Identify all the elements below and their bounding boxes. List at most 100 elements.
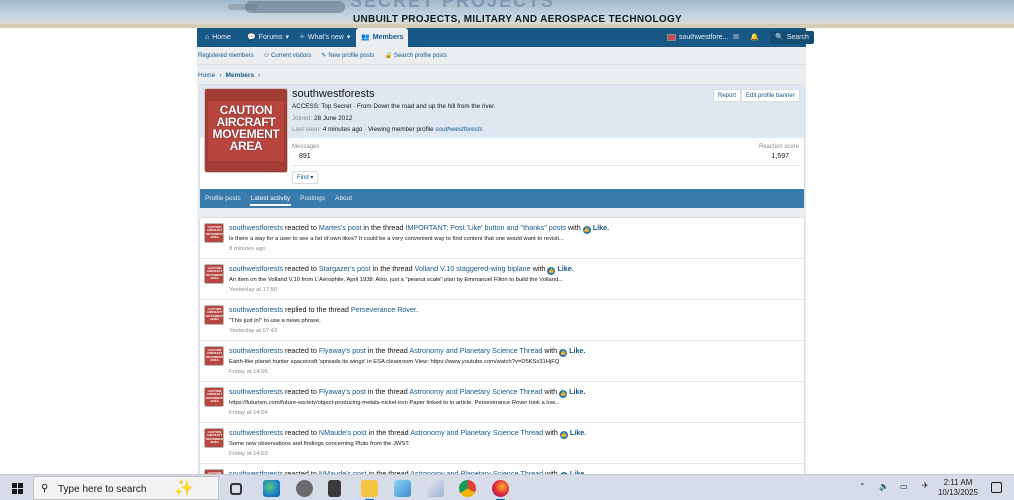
edge-browser-icon[interactable] [263, 480, 280, 497]
avatar[interactable] [204, 428, 224, 448]
tab-about[interactable]: About [330, 189, 357, 208]
chevron-down-icon: ▾ [310, 175, 314, 181]
airplane-mode-icon[interactable]: ✈ [922, 481, 929, 490]
activity-thread-link[interactable]: Astronomy and Planetary Science Thread [409, 387, 542, 396]
report-button[interactable]: Report [713, 89, 742, 102]
activity-post-link[interactable]: Stargazer's post [319, 264, 371, 273]
tab-latest-activity[interactable]: Latest activity [246, 189, 295, 208]
bell-icon[interactable]: 🔔 [745, 28, 764, 47]
activity-post-link[interactable]: Flyaway's post [319, 387, 366, 396]
activity-user-link[interactable]: southwestforests [229, 223, 283, 232]
search-icon: ⚲ [41, 483, 49, 494]
activity-headline: southwestforests reacted to NMaude's pos… [229, 428, 586, 439]
avatar[interactable] [204, 223, 224, 243]
find-label: Find [297, 175, 309, 181]
breadcrumb: Home › Members › [198, 72, 260, 79]
nav-home[interactable]: ⌂ Home [200, 28, 236, 47]
like-icon: 👍 [559, 390, 568, 398]
activity-thread-link[interactable]: Astronomy and Planetary Science Thread [409, 346, 542, 355]
last-seen-link[interactable]: southwestforests [435, 126, 482, 133]
account-username: southwestfore... [679, 34, 729, 41]
site-banner[interactable]: SECRET PROJECTS UNBUILT PROJECTS, MILITA… [0, 0, 1014, 29]
pencil-icon: ✎ [321, 53, 327, 59]
calculator-icon[interactable] [328, 480, 341, 497]
notification-icon[interactable] [991, 482, 1002, 493]
avatar[interactable] [204, 346, 224, 366]
like-icon: 👍 [559, 431, 568, 439]
activity-snippet[interactable]: Some new observations and findings conce… [229, 441, 410, 447]
profile-last-seen: Last seen: 4 minutes ago · Viewing membe… [292, 126, 483, 133]
activity-thread-link[interactable]: Volland V.10 staggered-wing biplane [415, 264, 531, 273]
taskbar-search-input[interactable]: ⚲ Type here to search ✨ [33, 476, 219, 500]
task-view-icon[interactable] [230, 483, 242, 495]
subnav-search-profile-posts[interactable]: 🔒 Search profile posts [384, 52, 447, 60]
windows-start-icon[interactable] [12, 483, 23, 494]
chevron-right-icon: › [219, 72, 222, 79]
breadcrumb-members[interactable]: Members [226, 72, 255, 79]
windows-taskbar: ⚲ Type here to search ✨ ⌃ 🔈 ▭ ✈ 2:11 AM … [0, 474, 1014, 500]
activity-snippet[interactable]: An item on the Volland V.10 from L'Aérop… [229, 277, 563, 283]
activity-thread-link[interactable]: Astronomy and Planetary Science Thread [410, 428, 543, 437]
photos-app-icon[interactable] [394, 480, 411, 497]
find-button[interactable]: Find ▾ [292, 171, 319, 184]
paint-app-icon[interactable] [427, 480, 444, 497]
activity-action: reacted to [284, 428, 317, 437]
nav-members[interactable]: 👥 Members [356, 28, 409, 47]
activity-user-link[interactable]: southwestforests [229, 305, 283, 314]
nav-whats-new[interactable]: ✧ What's new ▾ [294, 28, 355, 47]
chevron-up-icon[interactable]: ⌃ [859, 482, 866, 491]
activity-thread-link[interactable]: IMPORTANT: Post 'Like' button and "thank… [405, 223, 566, 232]
subnav-current-visitors[interactable]: ⚇ Current visitors [264, 52, 312, 60]
firefox-browser-icon[interactable] [492, 480, 509, 500]
activity-user-link[interactable]: southwestforests [229, 387, 283, 396]
activity-headline: southwestforests reacted to Stargazer's … [229, 264, 574, 275]
profile-avatar[interactable]: CAUTION AIRCRAFT MOVEMENT AREA [204, 88, 288, 173]
activity-thread-link[interactable]: Perseverance Rover [351, 305, 416, 314]
activity-snippet[interactable]: Earth-like planet hunter spacecraft 'spr… [229, 359, 559, 365]
tab-profile-posts[interactable]: Profile posts [200, 189, 246, 208]
activity-post-link[interactable]: NMaude's post [319, 428, 367, 437]
inbox-icon[interactable]: ✉ [728, 28, 744, 47]
list-item: southwestforests reacted to NMaude's pos… [200, 423, 804, 464]
avatar[interactable] [204, 305, 224, 325]
edit-profile-banner-button[interactable]: Edit profile banner [741, 89, 800, 102]
activity-reaction: Like. [557, 264, 574, 273]
nav-forums[interactable]: 💬 Forums ▾ [242, 28, 294, 47]
search-button[interactable]: 🔍 Search [770, 31, 814, 44]
activity-snippet[interactable]: "This just in!" to use a news phrase, [229, 318, 321, 324]
activity-user-link[interactable]: southwestforests [229, 264, 283, 273]
activity-post-link[interactable]: Flyaway's post [319, 346, 366, 355]
lock-icon: 🔒 [384, 53, 392, 59]
activity-time[interactable]: Yesterday at 07:43 [229, 328, 277, 334]
battery-icon[interactable]: ▭ [900, 482, 908, 491]
activity-time[interactable]: Friday at 14:06 [229, 369, 268, 375]
file-explorer-icon[interactable] [361, 480, 378, 500]
chrome-browser-icon[interactable] [459, 480, 476, 497]
activity-snippet[interactable]: https://futurism.com/future-society/obje… [229, 400, 560, 406]
clock-app-icon[interactable] [296, 480, 313, 497]
activity-time[interactable]: Friday at 14:03 [229, 451, 268, 457]
activity-time[interactable]: 8 minutes ago [229, 246, 265, 252]
avatar[interactable] [204, 387, 224, 407]
tab-postings[interactable]: Postings [295, 189, 330, 208]
avatar[interactable] [204, 264, 224, 284]
taskbar-clock[interactable]: 2:11 AM 10/13/2025 [938, 478, 978, 498]
account-menu[interactable]: southwestfore... [662, 28, 733, 47]
subnav-search-profile-posts-label: Search profile posts [393, 52, 447, 59]
activity-user-link[interactable]: southwestforests [229, 346, 283, 355]
messages-value[interactable]: 891 [299, 153, 319, 160]
reaction-score-label: Reaction score [758, 144, 799, 150]
house-icon: ⌂ [205, 34, 210, 41]
subnav-new-profile-posts[interactable]: ✎ New profile posts [321, 52, 374, 60]
breadcrumb-home[interactable]: Home [198, 72, 215, 79]
activity-post-link[interactable]: Martes's post [319, 223, 362, 232]
activity-snippet[interactable]: Is there a way for a user to see a list … [229, 236, 564, 242]
speaker-icon[interactable]: 🔈 [879, 482, 889, 491]
subnav-registered-members[interactable]: Registered members [198, 53, 254, 59]
activity-time[interactable]: Yesterday at 17:50 [229, 287, 277, 293]
activity-time[interactable]: Friday at 14:04 [229, 410, 268, 416]
page-margin-left [0, 28, 197, 474]
activity-user-link[interactable]: southwestforests [229, 428, 283, 437]
profile-tabs: Profile posts Latest activity Postings A… [200, 189, 804, 208]
nav-home-label: Home [212, 34, 231, 41]
